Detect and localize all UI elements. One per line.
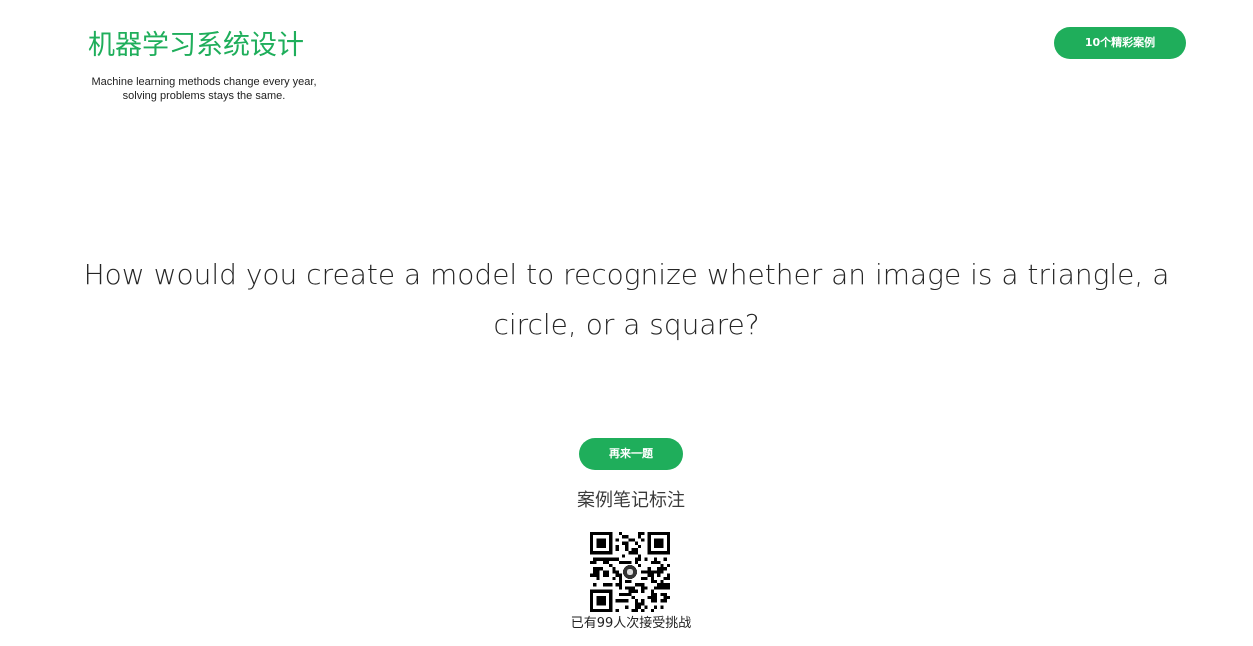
cases-button[interactable]: 10个精彩案例: [1054, 27, 1186, 59]
case-notes-heading: 案例笔记标注: [577, 490, 685, 511]
site-tagline: Machine learning methods change every ye…: [86, 75, 322, 103]
tagline-line-1: Machine learning methods change every ye…: [91, 76, 317, 88]
qr-code-graphic: [590, 532, 670, 612]
challenge-count: 已有99人次接受挑战: [570, 616, 692, 631]
tagline-line-2: solving problems stays the same.: [122, 90, 286, 102]
site-title[interactable]: 机器学习系统设计: [86, 28, 322, 64]
page: 机器学习系统设计 Machine learning methods change…: [0, 0, 1253, 646]
qr-code-icon: [590, 532, 670, 612]
question-text: How would you create a model to recogniz…: [83, 258, 1170, 341]
site-brand[interactable]: 机器学习系统设计 Machine learning methods change…: [86, 28, 322, 103]
next-question-button[interactable]: 再来一题: [579, 438, 683, 470]
